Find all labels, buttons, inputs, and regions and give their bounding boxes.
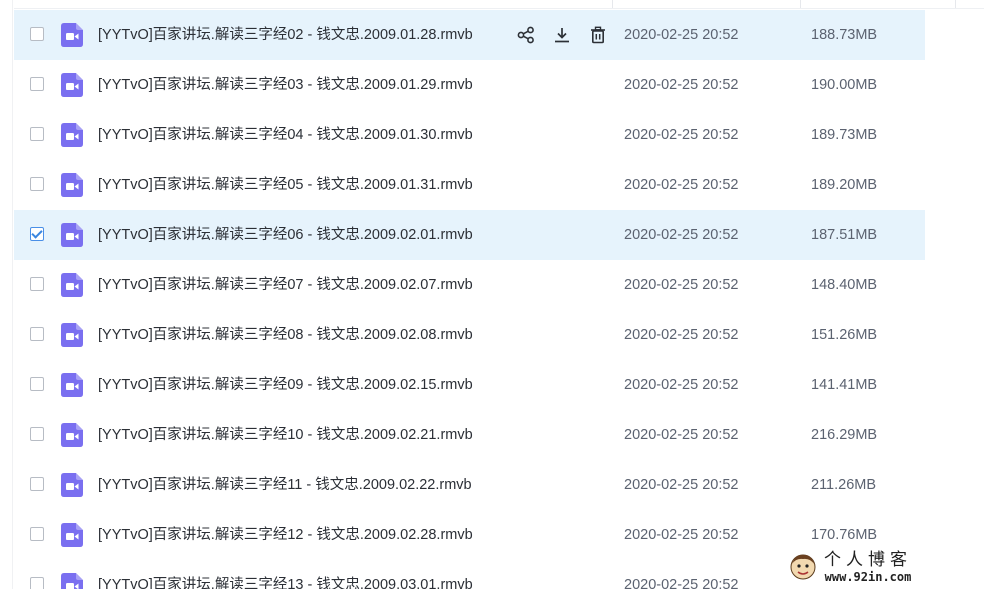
file-row[interactable]: [YYTvO]百家讲坛.解读三字经09 - 钱文忠.2009.02.15.rmv… — [14, 360, 925, 410]
file-name[interactable]: [YYTvO]百家讲坛.解读三字经05 - 钱文忠.2009.01.31.rmv… — [98, 160, 473, 210]
file-name[interactable]: [YYTvO]百家讲坛.解读三字经04 - 钱文忠.2009.01.30.rmv… — [98, 110, 473, 160]
row-checkbox[interactable] — [30, 477, 44, 491]
file-modified-time: 2020-02-25 20:52 — [624, 277, 739, 293]
watermark-url: www.92in.com — [824, 569, 912, 584]
video-file-icon — [61, 173, 83, 197]
file-modified-time: 2020-02-25 20:52 — [624, 477, 739, 493]
watermark-title: 个人博客 — [824, 549, 912, 570]
file-size: 141.41MB — [811, 377, 878, 393]
video-file-icon — [61, 573, 83, 589]
file-name[interactable]: [YYTvO]百家讲坛.解读三字经12 - 钱文忠.2009.02.28.rmv… — [98, 510, 473, 560]
blog-watermark: 个人博客 www.92in.com — [784, 548, 974, 586]
file-name[interactable]: [YYTvO]百家讲坛.解读三字经13 - 钱文忠.2009.03.01.rmv… — [98, 560, 473, 589]
file-size: 190.00MB — [811, 77, 878, 93]
file-size: 189.73MB — [811, 127, 878, 143]
video-file-icon — [61, 473, 83, 497]
file-name[interactable]: [YYTvO]百家讲坛.解读三字经11 - 钱文忠.2009.02.22.rmv… — [98, 460, 472, 510]
file-size: 211.26MB — [811, 477, 877, 493]
download-button[interactable] — [550, 23, 574, 47]
column-separator-size — [800, 0, 801, 8]
file-name[interactable]: [YYTvO]百家讲坛.解读三字经08 - 钱文忠.2009.02.08.rmv… — [98, 310, 473, 360]
video-file-icon — [61, 273, 83, 297]
file-name[interactable]: [YYTvO]百家讲坛.解读三字经03 - 钱文忠.2009.01.29.rmv… — [98, 60, 473, 110]
file-row[interactable]: [YYTvO]百家讲坛.解读三字经03 - 钱文忠.2009.01.29.rmv… — [14, 60, 925, 110]
video-file-icon — [61, 123, 83, 147]
file-row[interactable]: [YYTvO]百家讲坛.解读三字经02 - 钱文忠.2009.01.28.rmv… — [14, 10, 925, 60]
file-modified-time: 2020-02-25 20:52 — [624, 527, 739, 543]
file-name[interactable]: [YYTvO]百家讲坛.解读三字经09 - 钱文忠.2009.02.15.rmv… — [98, 360, 473, 410]
row-checkbox[interactable] — [30, 377, 44, 391]
row-checkbox[interactable] — [30, 77, 44, 91]
video-file-icon — [61, 523, 83, 547]
file-list: [YYTvO]百家讲坛.解读三字经02 - 钱文忠.2009.01.28.rmv… — [14, 10, 925, 589]
file-list-page: [YYTvO]百家讲坛.解读三字经02 - 钱文忠.2009.01.28.rmv… — [0, 0, 984, 589]
row-checkbox[interactable] — [30, 227, 44, 241]
video-file-icon — [61, 23, 83, 47]
file-name[interactable]: [YYTvO]百家讲坛.解读三字经02 - 钱文忠.2009.01.28.rmv… — [98, 10, 473, 60]
video-file-icon — [61, 373, 83, 397]
file-row[interactable]: [YYTvO]百家讲坛.解读三字经11 - 钱文忠.2009.02.22.rmv… — [14, 460, 925, 510]
file-modified-time: 2020-02-25 20:52 — [624, 327, 739, 343]
file-row[interactable]: [YYTvO]百家讲坛.解读三字经05 - 钱文忠.2009.01.31.rmv… — [14, 160, 925, 210]
file-row[interactable]: [YYTvO]百家讲坛.解读三字经04 - 钱文忠.2009.01.30.rmv… — [14, 110, 925, 160]
file-size: 187.51MB — [811, 227, 878, 243]
row-checkbox[interactable] — [30, 277, 44, 291]
download-icon — [553, 26, 571, 44]
row-checkbox[interactable] — [30, 27, 44, 41]
avatar-face-icon — [790, 554, 816, 580]
share-icon — [517, 26, 535, 44]
file-row[interactable]: [YYTvO]百家讲坛.解读三字经08 - 钱文忠.2009.02.08.rmv… — [14, 310, 925, 360]
video-file-icon — [61, 423, 83, 447]
file-row[interactable]: [YYTvO]百家讲坛.解读三字经07 - 钱文忠.2009.02.07.rmv… — [14, 260, 925, 310]
column-separator-modified — [612, 0, 613, 8]
row-checkbox[interactable] — [30, 527, 44, 541]
file-size: 151.26MB — [811, 327, 878, 343]
file-modified-time: 2020-02-25 20:52 — [624, 227, 739, 243]
header-divider — [14, 8, 984, 9]
file-modified-time: 2020-02-25 20:52 — [624, 577, 739, 589]
delete-button[interactable] — [586, 23, 610, 47]
left-border — [12, 0, 13, 589]
file-modified-time: 2020-02-25 20:52 — [624, 27, 739, 43]
delete-icon — [589, 26, 607, 44]
file-size: 189.20MB — [811, 177, 878, 193]
file-name[interactable]: [YYTvO]百家讲坛.解读三字经10 - 钱文忠.2009.02.21.rmv… — [98, 410, 473, 460]
file-row[interactable]: [YYTvO]百家讲坛.解读三字经06 - 钱文忠.2009.02.01.rmv… — [14, 210, 925, 260]
file-size: 188.73MB — [811, 27, 878, 43]
row-checkbox[interactable] — [30, 327, 44, 341]
file-modified-time: 2020-02-25 20:52 — [624, 177, 739, 193]
file-name[interactable]: [YYTvO]百家讲坛.解读三字经06 - 钱文忠.2009.02.01.rmv… — [98, 210, 473, 260]
column-separator-end — [955, 0, 956, 8]
file-name[interactable]: [YYTvO]百家讲坛.解读三字经07 - 钱文忠.2009.02.07.rmv… — [98, 260, 473, 310]
file-size: 216.29MB — [811, 427, 878, 443]
row-checkbox[interactable] — [30, 177, 44, 191]
file-modified-time: 2020-02-25 20:52 — [624, 77, 739, 93]
video-file-icon — [61, 223, 83, 247]
file-modified-time: 2020-02-25 20:52 — [624, 427, 739, 443]
file-size: 148.40MB — [811, 277, 878, 293]
video-file-icon — [61, 323, 83, 347]
video-file-icon — [61, 73, 83, 97]
share-button[interactable] — [514, 23, 538, 47]
file-modified-time: 2020-02-25 20:52 — [624, 127, 739, 143]
row-checkbox[interactable] — [30, 577, 44, 589]
row-checkbox[interactable] — [30, 127, 44, 141]
row-checkbox[interactable] — [30, 427, 44, 441]
row-actions — [514, 23, 610, 47]
file-row[interactable]: [YYTvO]百家讲坛.解读三字经10 - 钱文忠.2009.02.21.rmv… — [14, 410, 925, 460]
file-modified-time: 2020-02-25 20:52 — [624, 377, 739, 393]
